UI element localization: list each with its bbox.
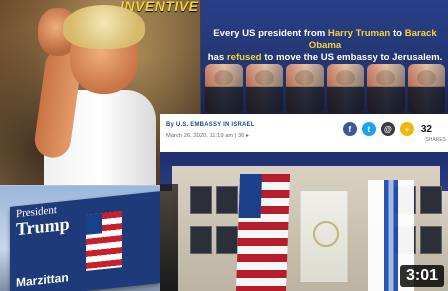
president-portrait — [245, 64, 283, 114]
president-portrait — [286, 64, 324, 114]
more-icon[interactable]: + — [399, 122, 414, 136]
headline-name-truman: Harry Truman — [327, 28, 391, 39]
president-portrait — [205, 64, 243, 114]
us-flag-banner — [235, 174, 291, 291]
president-portrait — [407, 64, 445, 114]
article-byline: By U.S. EMBASSY IN ISRAEL — [166, 122, 255, 128]
video-thumbnail[interactable]: INVENTIVE President Trump Marzittan Ever… — [0, 0, 448, 291]
foreground-tree — [160, 184, 178, 291]
president-portrait — [326, 64, 364, 114]
window — [190, 226, 212, 254]
us-flag-icon — [86, 211, 122, 271]
window — [216, 226, 238, 254]
share-buttons: f t @ + 32 — [342, 122, 432, 136]
headline-refused: refused — [226, 52, 262, 63]
window — [420, 226, 442, 254]
headline-part-3: has — [207, 52, 227, 63]
share-count-label: SHARES — [425, 137, 446, 143]
president-portraits-row — [205, 64, 445, 114]
embassy-seal-banner — [300, 190, 348, 282]
window — [420, 186, 442, 214]
hair — [63, 5, 145, 49]
article-header: By U.S. EMBASSY IN ISRAEL March 26, 2020… — [160, 114, 448, 153]
presidents-panel: Every US president from Harry Truman to … — [201, 0, 448, 114]
billboard-panel: President Trump Marzittan — [0, 185, 160, 291]
president-portrait — [367, 64, 405, 114]
share-count: 32 — [420, 123, 432, 135]
twitter-icon[interactable]: t — [361, 122, 376, 136]
window — [190, 186, 212, 214]
seal-icon — [313, 221, 339, 247]
headline-part-1: Every US president from — [213, 28, 328, 39]
article-date-meta: March 26, 2020, 11:19 am | 36 ▸ — [166, 133, 249, 139]
facebook-icon[interactable]: f — [342, 122, 357, 136]
headline-part-4: to move the US embassy to Jerusalem. — [264, 52, 443, 63]
presidents-headline: Every US president from Harry Truman to … — [207, 28, 443, 64]
headline-part-2: to — [392, 28, 405, 39]
email-icon[interactable]: @ — [380, 122, 395, 136]
video-duration-badge: 3:01 — [399, 265, 444, 287]
window — [216, 186, 238, 214]
panel-divider-horizontal — [0, 185, 160, 186]
